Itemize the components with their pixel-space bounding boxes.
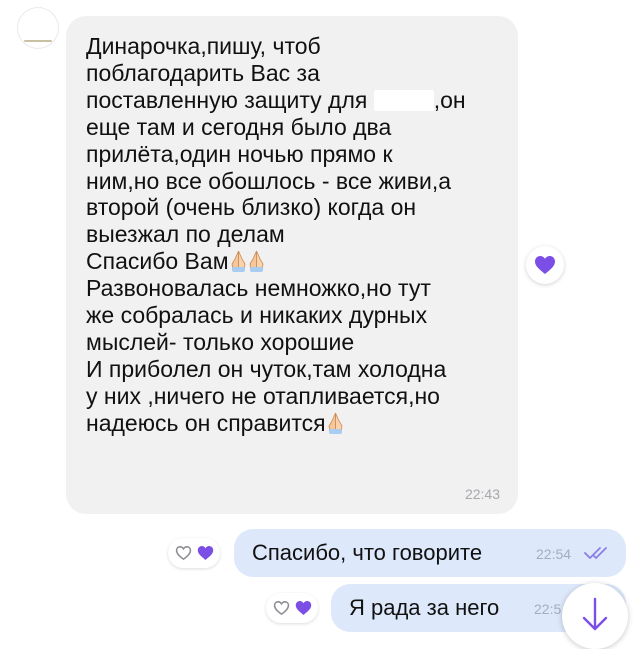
outgoing-message-bubble[interactable]: Спасибо, что говорите 22:54 — [234, 529, 626, 577]
heart-outline-icon[interactable] — [273, 600, 290, 616]
incoming-message-text: Динарочка,пишу, чтоб поблагодарить Вас з… — [86, 33, 466, 437]
message-line: Развоновалась немножко,но тут — [86, 275, 431, 302]
message-line-part: надеюсь он справится — [86, 409, 326, 436]
heart-outline-icon[interactable] — [175, 545, 192, 561]
purple-heart-icon — [535, 256, 555, 274]
outgoing-reactions[interactable] — [168, 538, 220, 568]
message-line: Спасибо Вам — [86, 248, 466, 275]
double-check-icon — [584, 547, 607, 559]
message-line: выезжал по делам — [86, 221, 285, 248]
message-line: поблагодарить Вас за — [86, 59, 320, 86]
message-line-part: Спасибо Вам — [86, 248, 229, 275]
incoming-message-bubble[interactable]: Динарочка,пишу, чтоб поблагодарить Вас з… — [66, 16, 518, 514]
message-line: надеюсь он справится — [86, 410, 466, 437]
message-line-part: поставленную защиту для — [86, 86, 368, 113]
message-line: ним,но все обошлось - все живи,а — [86, 167, 452, 194]
outgoing-message-time: 22:5 — [534, 601, 562, 617]
outgoing-message-text: Спасибо, что говорите — [252, 540, 483, 565]
message-line: И приболел он чуток,там холодна — [86, 355, 447, 382]
outgoing-reactions[interactable] — [266, 593, 318, 623]
message-line: второй (очень близко) когда он — [86, 194, 417, 221]
outgoing-message-time: 22:54 — [536, 546, 572, 562]
message-line: же собралась и никаких дурных — [86, 302, 428, 329]
message-line: поставленную защиту для ,он — [86, 87, 466, 114]
praying-hands-icon — [248, 250, 265, 273]
chat-view: Динарочка,пишу, чтоб поблагодарить Вас з… — [0, 0, 640, 649]
incoming-message-time: 22:43 — [464, 486, 500, 502]
message-line: Динарочка,пишу, чтоб — [86, 33, 321, 59]
message-line: прилёта,один ночью прямо к — [86, 140, 393, 167]
message-line: у них ,ничего не отапливается,но — [86, 382, 440, 409]
praying-hands-icon — [230, 250, 247, 273]
message-line: еще там и сегодня было два — [86, 113, 392, 140]
purple-heart-icon[interactable] — [295, 600, 312, 616]
message-line: мыслей- только хорошие — [86, 328, 355, 355]
redacted-text — [373, 89, 434, 111]
incoming-reaction-badge[interactable] — [526, 246, 564, 284]
outgoing-message-text: Я рада за него — [349, 595, 500, 620]
message-line-part: ,он — [433, 86, 466, 113]
praying-hands-icon — [327, 412, 344, 434]
contact-avatar[interactable] — [18, 8, 58, 48]
purple-heart-icon[interactable] — [197, 545, 214, 561]
arrow-down-icon — [582, 597, 608, 631]
scroll-to-bottom-button[interactable] — [562, 583, 628, 649]
